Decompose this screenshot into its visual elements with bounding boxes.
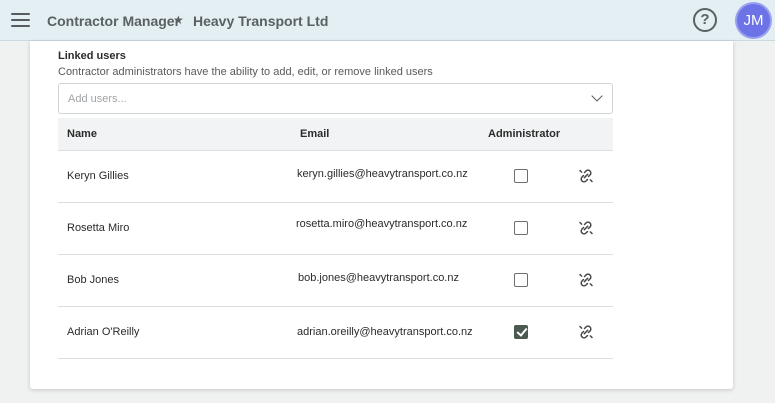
top-app-bar: Contractor Manager ★ Heavy Transport Ltd… <box>0 0 775 41</box>
column-header-email[interactable]: Email <box>300 128 329 140</box>
table-row: Adrian O'Reilly adrian.oreilly@heavytran… <box>58 307 613 359</box>
user-name: Bob Jones <box>67 274 119 286</box>
linked-users-description: Contractor administrators have the abili… <box>58 66 433 78</box>
help-circle-icon[interactable]: ? <box>693 8 717 32</box>
linked-users-card: Linked users Contractor administrators h… <box>30 41 733 389</box>
user-name: Adrian O'Reilly <box>67 326 140 338</box>
administrator-checkbox[interactable] <box>514 273 528 287</box>
breadcrumb-app-title[interactable]: Contractor Manager <box>47 13 180 29</box>
add-users-input[interactable] <box>68 91 568 107</box>
column-header-administrator[interactable]: Administrator <box>488 128 560 140</box>
table-row: Bob Jones bob.jones@heavytransport.co.nz <box>58 255 613 307</box>
user-email: bob.jones@heavytransport.co.nz <box>298 272 459 284</box>
hamburger-menu-icon[interactable] <box>11 12 30 28</box>
table-header: Name Email Administrator <box>58 118 613 151</box>
unlink-icon[interactable] <box>578 168 594 184</box>
column-header-name[interactable]: Name <box>67 128 97 140</box>
unlink-icon[interactable] <box>578 220 594 236</box>
user-email: rosetta.miro@heavytransport.co.nz <box>296 218 468 230</box>
chevron-down-icon[interactable] <box>591 90 603 102</box>
user-name: Rosetta Miro <box>67 222 130 234</box>
linked-users-table: Name Email Administrator Keryn Gillies k… <box>58 118 613 359</box>
administrator-checkbox[interactable] <box>514 325 528 339</box>
administrator-checkbox[interactable] <box>514 221 528 235</box>
user-avatar[interactable]: JM <box>737 4 770 37</box>
table-row: Rosetta Miro rosetta.miro@heavytransport… <box>58 203 613 255</box>
linked-users-title: Linked users <box>58 50 126 62</box>
user-name: Keryn Gillies <box>67 170 129 182</box>
unlink-icon[interactable] <box>578 324 594 340</box>
table-row: Keryn Gillies keryn.gillies@heavytranspo… <box>58 151 613 203</box>
user-email: keryn.gillies@heavytransport.co.nz <box>297 168 468 180</box>
breadcrumb-company: Heavy Transport Ltd <box>193 13 329 29</box>
add-users-select[interactable] <box>58 83 613 114</box>
user-email: adrian.oreilly@heavytransport.co.nz <box>297 326 473 338</box>
breadcrumb-star-separator: ★ <box>173 13 184 27</box>
unlink-icon[interactable] <box>578 272 594 288</box>
administrator-checkbox[interactable] <box>514 169 528 183</box>
